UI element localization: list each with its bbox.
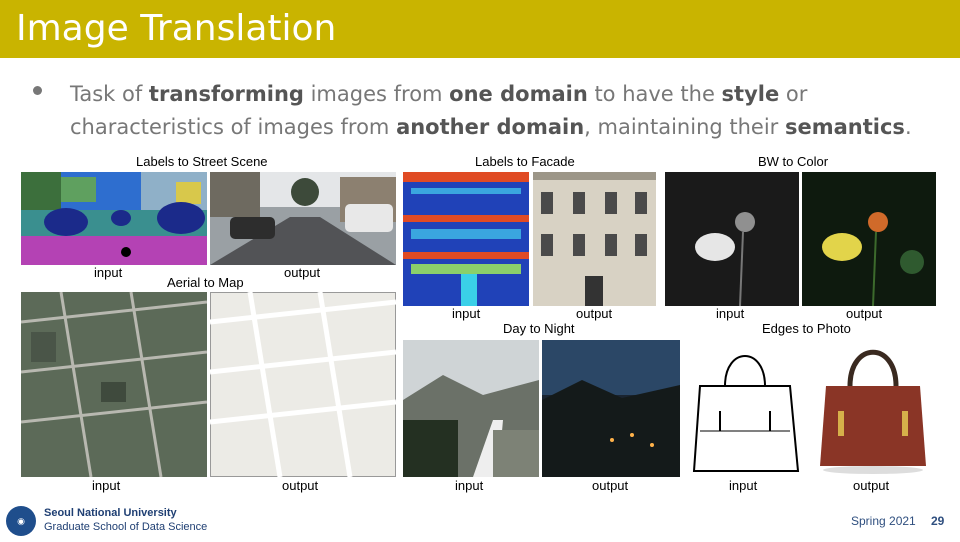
bullet-emphasis: another domain: [396, 115, 585, 139]
bullet-text: Task of transforming images from one dom…: [70, 78, 930, 144]
bw-output-image: [802, 172, 936, 306]
bw-output-label: output: [846, 306, 883, 321]
bullet-segment: images from: [303, 82, 450, 106]
day-input-label: input: [455, 478, 484, 493]
term-label: Spring 2021: [851, 514, 916, 528]
day-output-label: output: [592, 478, 629, 493]
facade-input-label: input: [452, 306, 481, 321]
caption-aerial-to-map: Aerial to Map: [167, 275, 244, 290]
bullet-emphasis: style: [721, 82, 780, 106]
bullet-segment: to have the: [587, 82, 722, 106]
street-photo-image: [210, 172, 396, 265]
bullet-emphasis: transforming: [148, 82, 304, 106]
aerial-input-image: [21, 292, 207, 477]
edges-input-label: input: [729, 478, 758, 493]
bullet-segment: , maintaining their: [584, 115, 785, 139]
bw-input-label: input: [716, 306, 745, 321]
edges-input-image: [690, 336, 800, 477]
slide-title: Image Translation: [16, 8, 337, 49]
page-number: 29: [931, 514, 945, 528]
street-labels-image: [21, 172, 207, 265]
university-name: Seoul National University: [44, 507, 177, 519]
street-output-label: output: [284, 265, 321, 280]
aerial-output-image: [210, 292, 396, 477]
bw-input-image: [665, 172, 799, 306]
day-output-image: [542, 340, 680, 477]
aerial-input-label: input: [92, 478, 121, 493]
bullet-dot: [33, 86, 42, 95]
facade-photo-image: [533, 172, 656, 306]
bullet-emphasis: one domain: [449, 82, 588, 106]
caption-bw-to-color: BW to Color: [758, 154, 829, 169]
facade-output-label: output: [576, 306, 613, 321]
title-bar: Image Translation: [0, 0, 960, 58]
street-input-label: input: [94, 265, 123, 280]
school-name: Graduate School of Data Science: [44, 521, 208, 533]
caption-day-to-night: Day to Night: [503, 321, 575, 336]
university-logo: ◉: [6, 506, 36, 536]
day-input-image: [403, 340, 539, 477]
edges-output-label: output: [853, 478, 890, 493]
caption-edges-to-photo: Edges to Photo: [762, 321, 851, 336]
edges-output-image: [818, 336, 928, 477]
aerial-output-label: output: [282, 478, 319, 493]
caption-labels-to-street: Labels to Street Scene: [136, 154, 268, 169]
bullet-segment: .: [904, 115, 912, 139]
facade-labels-image: [403, 172, 529, 306]
bullet-segment: Task of: [70, 82, 149, 106]
caption-labels-to-facade: Labels to Facade: [475, 154, 575, 169]
bullet-emphasis: semantics: [785, 115, 905, 139]
